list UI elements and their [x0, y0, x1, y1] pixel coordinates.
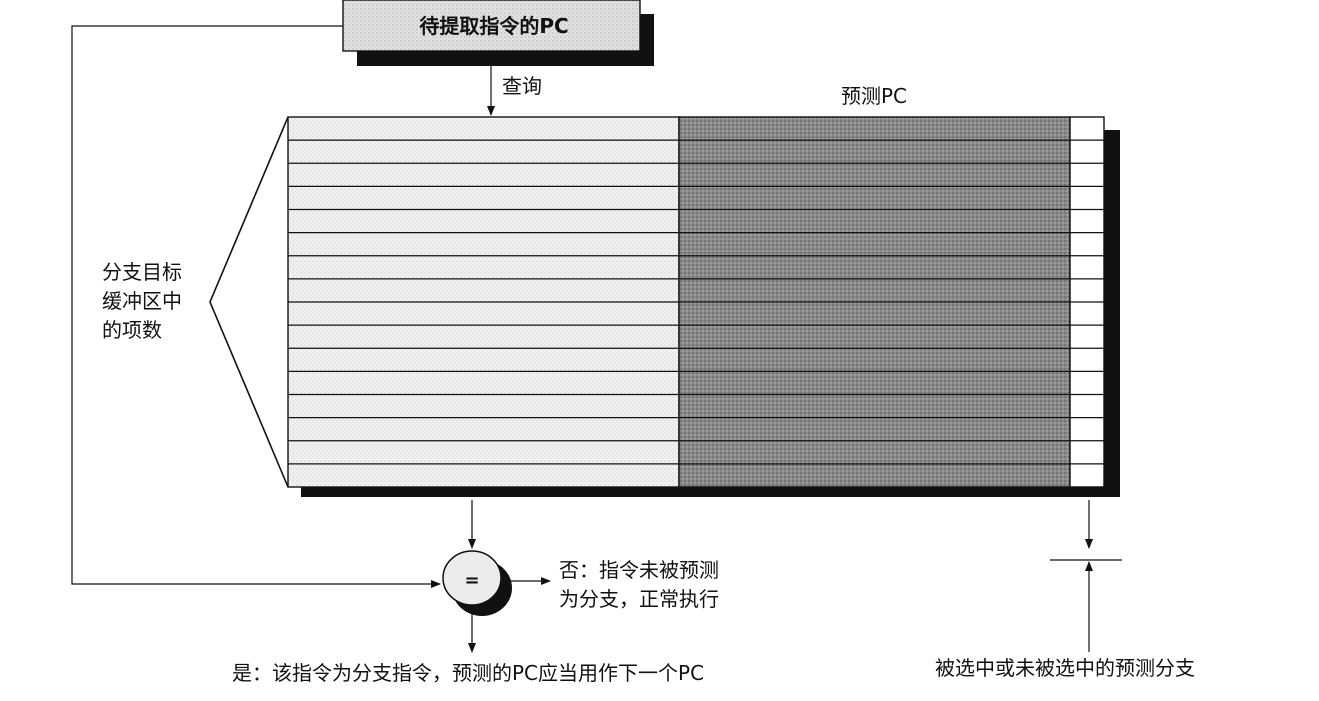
predicted-pc-label: 预测PC — [841, 84, 907, 108]
entries-label-line-2: 缓冲区中 — [102, 289, 182, 313]
entries-label-line-1: 分支目标 — [102, 260, 182, 284]
yes-label: 是：该指令为分支指令，预测的PC应当用作下一个PC — [232, 661, 704, 685]
lookup-label: 查询 — [502, 74, 542, 98]
entries-label-line-3: 的项数 — [102, 318, 162, 342]
pc-box-label: 待提取指令的PC — [419, 14, 568, 38]
entries-label: 分支目标 缓冲区中 的项数 — [102, 260, 182, 342]
entries-brace — [209, 116, 289, 488]
branch-target-buffer-diagram: 待提取指令的PC 查询 预测PC 分支目标 缓冲区中 的项数 = 否：指令未被预… — [71, 0, 1195, 685]
comparator-symbol: = — [464, 570, 479, 591]
no-label-line-1: 否：指令未被预测 — [559, 558, 719, 582]
no-label-line-2: 为分支，正常执行 — [559, 587, 719, 611]
taken-label: 被选中或未被选中的预测分支 — [935, 656, 1195, 680]
